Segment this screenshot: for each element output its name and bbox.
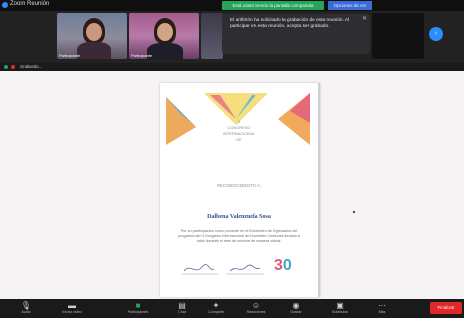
- participants-icon: ■: [135, 301, 141, 310]
- certificate-paragraph: Por su participación como ponente en el …: [178, 229, 300, 243]
- face: [86, 23, 102, 41]
- meeting-toolbar: 🎙 Audio ▬ Iniciar video ■ Participantes …: [0, 299, 464, 318]
- participants-label: Participantes: [127, 310, 149, 314]
- view-options-button[interactable]: Opciones de ver: [328, 1, 372, 10]
- reactions-label: Reacciones: [246, 310, 266, 314]
- shoulders: [147, 43, 183, 59]
- self-view-tile[interactable]: [372, 13, 424, 59]
- face: [157, 23, 173, 41]
- viewing-share-banner: Está usted viendo la pantalla compartida: [222, 1, 324, 10]
- audio-label: Audio: [21, 310, 31, 314]
- zoom-logo-icon: [2, 2, 8, 8]
- award-label: RECONOCIMIENTO A:: [217, 183, 261, 188]
- reactions-icon: ☺: [251, 301, 261, 310]
- next-page-button[interactable]: ›: [429, 27, 443, 41]
- video-label: Iniciar video: [62, 310, 82, 314]
- share-button[interactable]: ✦ Compartir: [196, 301, 236, 317]
- secure-icon: [4, 65, 8, 69]
- anniversary-logo-icon: 30: [274, 257, 292, 274]
- audio-button[interactable]: 🎙 Audio: [6, 301, 46, 317]
- record-dot-icon: [11, 65, 15, 69]
- status-bar: Grabando...: [0, 63, 464, 71]
- recipient-name: Dalbena Valenzuela Sosa: [207, 214, 271, 220]
- participants-button[interactable]: ■ Participantes: [118, 301, 158, 317]
- recording-label: Grabando...: [20, 64, 43, 69]
- mouse-pointer: [353, 211, 355, 213]
- close-icon[interactable]: ✕: [362, 16, 367, 22]
- video-button[interactable]: ▬ Iniciar video: [52, 301, 92, 317]
- window-title: Zoom Reunión: [10, 1, 50, 7]
- notification-text: El anfitrión ha solicitado la grabación …: [230, 18, 350, 29]
- end-meeting-button[interactable]: Finalizar: [430, 302, 462, 314]
- record-label: Grabar: [290, 310, 302, 314]
- more-button[interactable]: ⋯ Más: [362, 301, 402, 317]
- share-label: Compartir: [208, 310, 224, 314]
- participant-tile[interactable]: [201, 13, 223, 59]
- more-label: Más: [378, 310, 386, 314]
- certificate-header-line: INTERNACIONAL: [222, 131, 256, 136]
- participant-name: Participante: [59, 53, 81, 58]
- participant-name: Participante: [131, 53, 153, 58]
- record-button[interactable]: ◉ Grabar: [276, 301, 316, 317]
- captions-label: Subtítulos: [332, 310, 348, 314]
- certificate-document: II CONGRESO INTERNACIONAL DE RECONOCIMIE…: [160, 83, 320, 297]
- participant-tile[interactable]: Participante: [57, 13, 127, 59]
- certificate-header-line: DE: [236, 137, 242, 142]
- microphone-icon: 🎙: [20, 301, 32, 310]
- certificate-header-line: II: [237, 119, 241, 124]
- reactions-button[interactable]: ☺ Reacciones: [236, 301, 276, 317]
- shoulders: [77, 42, 111, 59]
- participant-tile[interactable]: Participante: [129, 13, 199, 59]
- captions-icon: ▣: [336, 301, 344, 310]
- captions-button[interactable]: ▣ Subtítulos: [320, 301, 360, 317]
- certificate-decoration: [166, 93, 310, 145]
- more-icon: ⋯: [378, 301, 386, 310]
- record-icon: ◉: [292, 301, 300, 310]
- recording-notification: ✕ El anfitrión ha solicitado la grabació…: [222, 14, 370, 54]
- share-screen-icon: ✦: [212, 301, 220, 310]
- video-camera-icon: ▬: [68, 301, 76, 310]
- certificate-header-line: CONGRESO: [227, 125, 251, 130]
